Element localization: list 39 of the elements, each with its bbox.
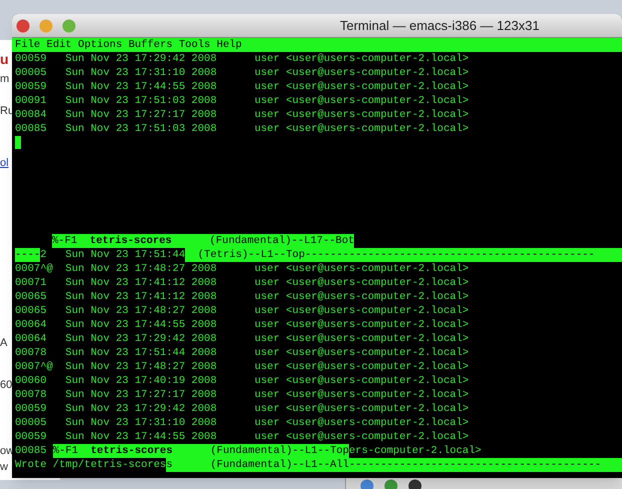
text-fragment: 60 [0,380,12,391]
text-line: 00065 Sun Nov 23 17:48:27 2008 user <user@users-computer-2.local> [15,304,469,318]
text-fragment: u [0,52,9,66]
text-line: 2 Sun Nov 23 17:51:44 [40,248,186,262]
score-line: 00091 Sun Nov 23 17:51:03 2008 user <user@users-computer-2.local> [15,94,470,108]
close-button[interactable] [16,19,30,33]
text-fragment: A [0,338,8,349]
text-line: 00059 Sun Nov 23 17:29:42 2008 user <user@users-computer-2.local> [15,402,469,416]
text-fragment: ol [0,158,9,169]
text-line: 00064 Sun Nov 23 17:44:55 2008 user <user@users-computer-2.local> [15,318,469,332]
text-line: 00005 Sun Nov 23 17:31:10 2008 user <user@users-computer-2.local> [15,416,469,430]
menu-item[interactable]: Options [78,38,122,52]
window-title: Terminal — emacs-i386 — 123x31 [340,16,540,35]
text-fragment: w [0,462,8,473]
text-line: 00059 Sun Nov 23 17:44:55 2008 user <user@users-computer-2.local> [15,430,469,444]
text-line: 00065 Sun Nov 23 17:41:12 2008 user <user@users-computer-2.local> [15,290,469,304]
text-line: 00085 [15,444,48,458]
minimize-button[interactable] [39,19,53,33]
score-line: 00059 Sun Nov 23 17:29:42 2008 user <user@users-computer-2.local> [15,52,470,66]
text-line: 00078 Sun Nov 23 17:27:17 2008 user <user@users-computer-2.local> [15,388,469,402]
menu-item[interactable]: Edit [46,38,72,52]
text-fragment: m [0,74,10,85]
text-line: ers-computer-2.local> [348,444,482,458]
score-line: 00059 Sun Nov 23 17:44:55 2008 user <user@users-computer-2.local> [15,80,470,94]
text-line: 00060 Sun Nov 23 17:40:19 2008 user <user@users-computer-2.local> [15,374,469,388]
score-line: 00005 Sun Nov 23 17:31:10 2008 user <user@users-computer-2.local> [15,66,470,80]
text-line: 00078 Sun Nov 23 17:51:44 2008 user <user@users-computer-2.local> [15,346,469,360]
text-line: Wrote /tmp/tetris-scores [15,458,166,472]
text-line: 0007^@ Sun Nov 23 17:48:27 2008 user <user@users-computer-2.local> [15,262,469,276]
text-line: 00071 Sun Nov 23 17:41:12 2008 user <user@users-computer-2.local> [15,276,469,290]
menu-item[interactable]: File [15,38,40,52]
menu-item[interactable]: Buffers [128,38,173,52]
menu-item[interactable]: Tools [178,38,210,52]
text-line: 00064 Sun Nov 23 17:29:42 2008 user <user@users-computer-2.local> [15,332,469,346]
score-line: 00084 Sun Nov 23 17:27:17 2008 user <user@users-computer-2.local> [15,108,470,122]
text-line: 0007^@ Sun Nov 23 17:48:27 2008 user <user@users-computer-2.local> [15,360,469,374]
menu-item[interactable]: Help [216,38,242,52]
zoom-button[interactable] [62,19,76,33]
score-line: 00085 Sun Nov 23 17:51:03 2008 user <user@users-computer-2.local> [15,122,470,136]
